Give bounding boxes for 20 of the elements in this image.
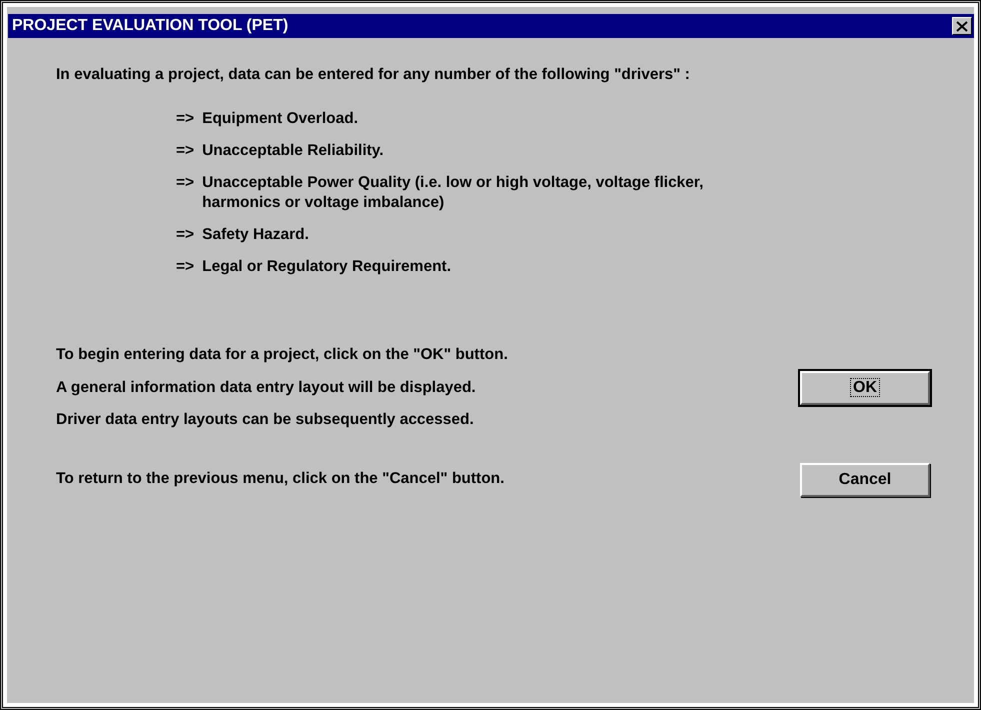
ok-button[interactable]: OK <box>800 370 930 405</box>
instruction-text: Driver data entry layouts can be subsequently accessed. <box>56 410 475 430</box>
arrow-marker: => <box>176 225 194 245</box>
driver-item: Unacceptable Reliability. <box>202 141 385 161</box>
instruction-text: To return to the previous menu, click on the "Cancel" button. <box>56 469 506 490</box>
arrow-marker: => <box>176 173 194 193</box>
intro-text: In evaluating a project, data can be entered for any number of the following "drivers" : <box>56 65 691 85</box>
cancel-button[interactable]: Cancel <box>800 462 930 496</box>
instruction-text: To begin entering data for a project, click on the "OK" button. <box>56 345 509 365</box>
arrow-marker: => <box>176 109 194 129</box>
arrow-marker: => <box>176 141 194 161</box>
arrow-marker: => <box>176 257 194 277</box>
driver-item: Safety Hazard. <box>202 225 310 245</box>
window-title: PROJECT EVALUATION TOOL (PET) <box>12 17 288 35</box>
driver-item: Equipment Overload. <box>202 109 359 129</box>
close-button[interactable] <box>952 17 972 35</box>
driver-item: Legal or Regulatory Requirement. <box>202 257 452 277</box>
close-icon <box>956 20 968 32</box>
driver-item: Unacceptable Power Quality (i.e. low or high voltage, voltage flicker, harmonics or voltage imbalance) <box>202 173 704 213</box>
instruction-text: A general information data entry layout will be displayed. <box>56 378 477 398</box>
